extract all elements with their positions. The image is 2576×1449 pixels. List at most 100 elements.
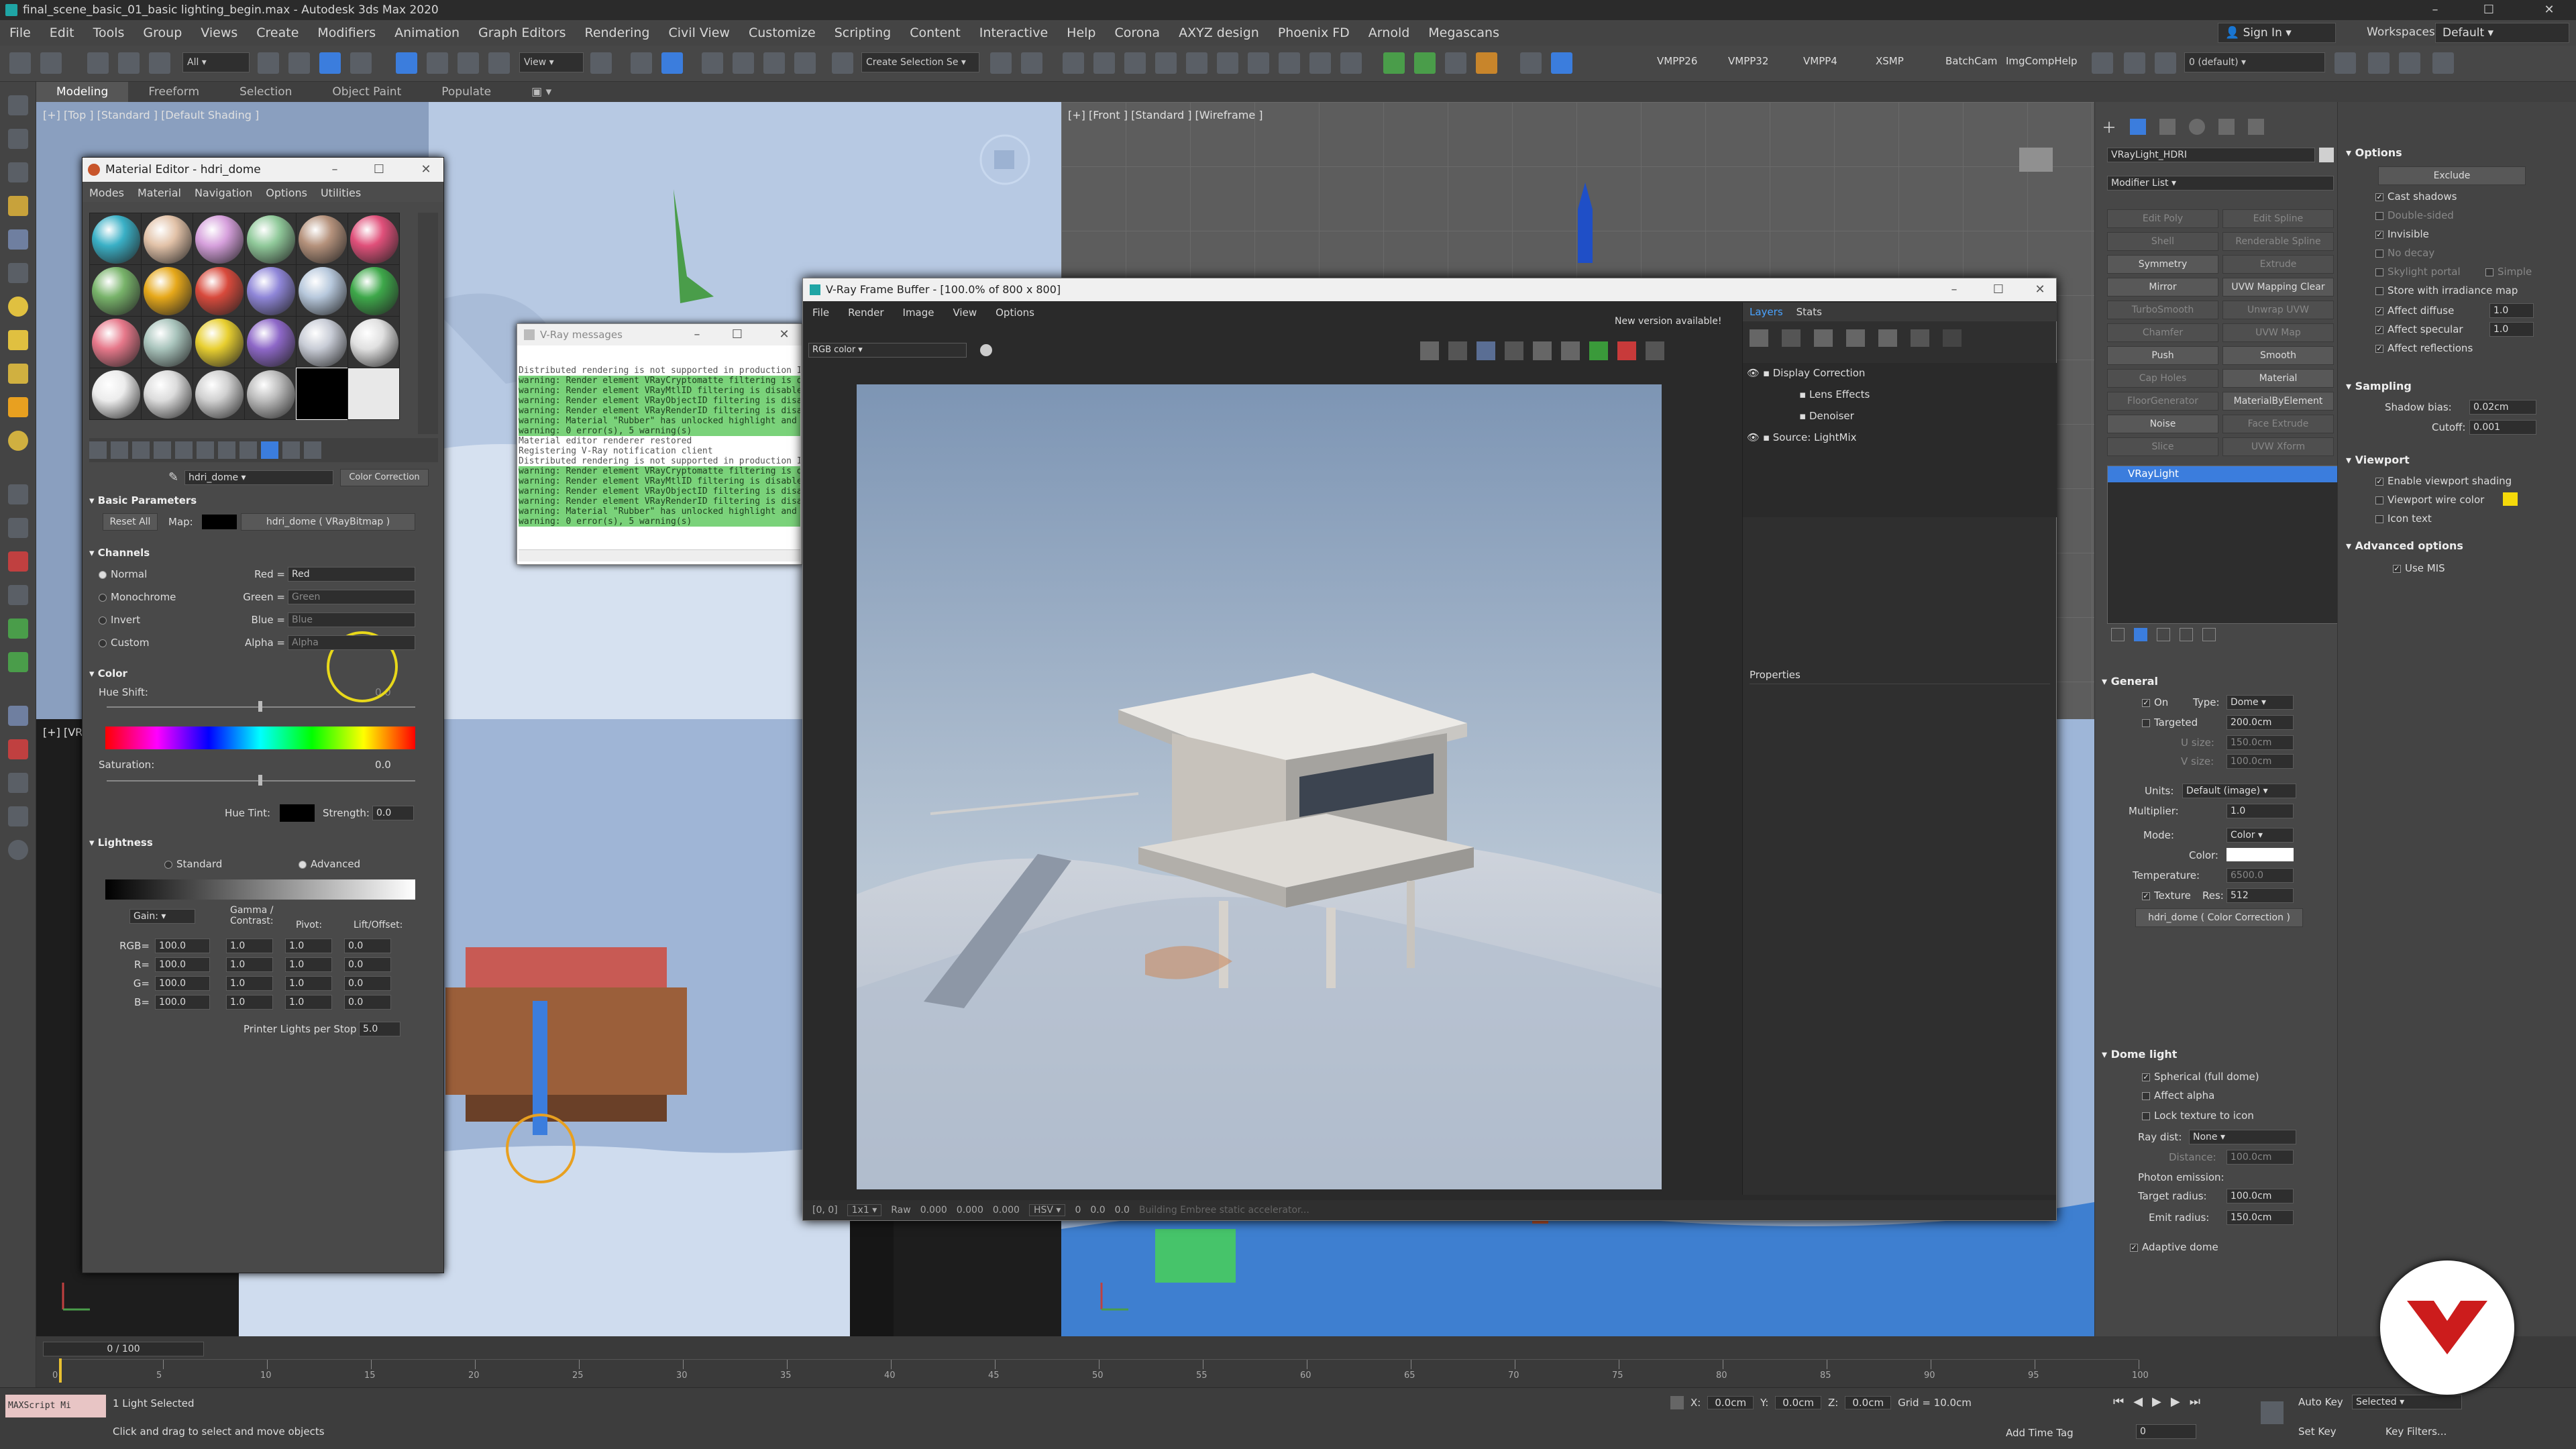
geometry-box-icon[interactable] xyxy=(8,229,28,250)
reset-all-button[interactable]: Reset All xyxy=(103,513,158,531)
hue-tint-swatch[interactable] xyxy=(280,804,315,822)
menu-customize[interactable]: Customize xyxy=(739,20,825,46)
tab-populate[interactable]: Populate xyxy=(421,82,511,102)
save-image-icon[interactable] xyxy=(1420,341,1439,360)
mode-dropdown[interactable]: Color ▾ xyxy=(2226,828,2294,843)
skylight-portal-checkbox[interactable]: Skylight portal xyxy=(2375,266,2461,278)
wire-color-swatch[interactable] xyxy=(2503,492,2518,506)
vray-messages-maximize[interactable]: ☐ xyxy=(722,324,752,345)
put-to-library-icon[interactable] xyxy=(197,441,214,459)
create-icon[interactable] xyxy=(8,129,28,149)
vray-ipr-icon[interactable] xyxy=(1414,52,1436,74)
lightness-value[interactable]: 0.0 xyxy=(344,995,391,1010)
motion-tab-icon[interactable] xyxy=(2189,119,2206,135)
clear-image-icon[interactable] xyxy=(1448,341,1467,360)
menu-modes[interactable]: Modes xyxy=(83,186,131,199)
menu-corona[interactable]: Corona xyxy=(1105,20,1169,46)
minimize-button[interactable]: – xyxy=(2415,0,2455,20)
stack-item-vraylight[interactable]: VRayLight xyxy=(2108,466,2337,482)
menu-graph-editors[interactable]: Graph Editors xyxy=(469,20,575,46)
rendered-frame-window-icon[interactable] xyxy=(1279,52,1300,74)
basic-parameters-header[interactable]: ▾ Basic Parameters xyxy=(89,494,197,506)
material-slot[interactable] xyxy=(296,368,348,420)
plugin-xsmp[interactable]: XSMP xyxy=(1876,55,1904,67)
material-slot[interactable] xyxy=(141,316,193,368)
viewport-top-label[interactable]: [+] [Top ] [Standard ] [Default Shading … xyxy=(43,109,259,121)
utilities-icon[interactable] xyxy=(8,739,28,759)
curve-editor-icon[interactable] xyxy=(1155,52,1177,74)
layer-source-lightmix[interactable]: 👁 ▪ Source: LightMix xyxy=(1747,431,1857,443)
adaptive-dome-checkbox[interactable]: ✓ Adaptive dome xyxy=(2130,1241,2218,1253)
vray-messages-close[interactable]: ✕ xyxy=(769,324,799,345)
stop-render-icon[interactable] xyxy=(1617,341,1636,360)
make-unique-material-icon[interactable] xyxy=(175,441,193,459)
align-icon[interactable] xyxy=(1021,52,1042,74)
exclude-button[interactable]: Exclude xyxy=(2378,166,2526,185)
vfb-menu-file[interactable]: File xyxy=(803,307,839,319)
distance-value[interactable]: 100.0cm xyxy=(2226,1150,2294,1165)
standard-radio[interactable]: Standard xyxy=(164,858,222,870)
hierarchy-tab-icon[interactable] xyxy=(2159,119,2176,135)
material-slot[interactable] xyxy=(244,368,297,420)
units-dropdown[interactable]: Default (image) ▾ xyxy=(2182,784,2296,798)
named-selection-set-dropdown[interactable]: Create Selection Se ▾ xyxy=(861,52,979,72)
modifier-button[interactable]: Extrude xyxy=(2222,255,2334,274)
modifier-button[interactable]: Mirror xyxy=(2107,278,2218,297)
vfb-menu-options[interactable]: Options xyxy=(986,307,1044,319)
emit-radius-value[interactable]: 150.0cm xyxy=(2226,1210,2294,1225)
layer-create-icon[interactable] xyxy=(2155,52,2176,74)
tab-freeform[interactable]: Freeform xyxy=(128,82,219,102)
modifier-button[interactable]: TurboSmooth xyxy=(2107,301,2218,319)
go-to-parent-icon[interactable] xyxy=(282,441,300,459)
double-sided-checkbox[interactable]: Double-sided xyxy=(2375,209,2454,221)
menu-create[interactable]: Create xyxy=(247,20,308,46)
sphere-icon[interactable] xyxy=(8,297,28,317)
vfb-menu-image[interactable]: Image xyxy=(894,307,944,319)
menu-phoenix-fd[interactable]: Phoenix FD xyxy=(1269,20,1359,46)
material-slot[interactable] xyxy=(193,368,245,420)
material-editor-close[interactable]: ✕ xyxy=(411,158,441,182)
material-name-field[interactable]: hdri_dome ▾ xyxy=(184,470,333,485)
make-unique-icon[interactable] xyxy=(2157,628,2170,641)
x-coordinate[interactable]: 0.0cm xyxy=(1707,1396,1754,1409)
lightness-value[interactable]: 1.0 xyxy=(285,976,332,991)
time-slider[interactable]: 0 / 100 xyxy=(43,1342,204,1356)
layer-toggle-icon[interactable] xyxy=(2124,52,2145,74)
vfb-maximize[interactable]: ☐ xyxy=(1984,278,2013,301)
menu-edit[interactable]: Edit xyxy=(40,20,84,46)
show-end-result-icon[interactable] xyxy=(2134,628,2147,641)
toggle-layer-explorer-icon[interactable] xyxy=(1093,52,1115,74)
material-slot[interactable] xyxy=(141,368,193,420)
type-dropdown[interactable]: Dome ▾ xyxy=(2226,695,2294,710)
targeted-checkbox[interactable]: Targeted xyxy=(2142,716,2198,729)
modifier-button[interactable]: UVW Mapping Clear xyxy=(2222,278,2334,297)
on-checkbox[interactable]: ✓ On xyxy=(2142,696,2168,708)
go-to-end-icon[interactable]: ⏭ xyxy=(2190,1395,2200,1409)
lock-texture-checkbox[interactable]: Lock texture to icon xyxy=(2142,1110,2254,1122)
render-channel-dropdown[interactable]: RGB color ▾ xyxy=(808,343,967,358)
torus-icon[interactable] xyxy=(8,431,28,451)
menu-navigation[interactable]: Navigation xyxy=(188,186,259,199)
map-button[interactable]: hdri_dome ( VRayBitmap ) xyxy=(241,513,415,531)
menu-civil-view[interactable]: Civil View xyxy=(659,20,739,46)
add-time-tag-button[interactable]: Add Time Tag xyxy=(2006,1427,2074,1439)
lightness-value[interactable]: 1.0 xyxy=(226,976,273,991)
render-icon[interactable] xyxy=(1646,341,1664,360)
select-by-name-icon[interactable] xyxy=(288,52,310,74)
channel-mode-radio[interactable]: Invert xyxy=(99,614,140,626)
absolute-mode-icon[interactable] xyxy=(1670,1396,1684,1409)
menu-content[interactable]: Content xyxy=(900,20,970,46)
material-editor-icon[interactable] xyxy=(1217,52,1238,74)
lightness-value[interactable]: 1.0 xyxy=(285,957,332,972)
menu-modifiers[interactable]: Modifiers xyxy=(308,20,385,46)
res-value[interactable]: 512 xyxy=(2226,888,2294,903)
rectangular-selection-icon[interactable] xyxy=(319,52,341,74)
lightness-value[interactable]: 0.0 xyxy=(344,938,391,953)
render-setup-icon[interactable] xyxy=(1248,52,1269,74)
light-color-swatch[interactable] xyxy=(2226,848,2294,861)
get-material-icon[interactable] xyxy=(89,441,107,459)
material-slot[interactable] xyxy=(193,213,245,265)
next-frame-icon[interactable]: ▶ xyxy=(2171,1395,2180,1409)
lightness-value[interactable]: 100.0 xyxy=(155,995,210,1010)
plugin-vmpp26[interactable]: VMPP26 xyxy=(1657,55,1697,67)
